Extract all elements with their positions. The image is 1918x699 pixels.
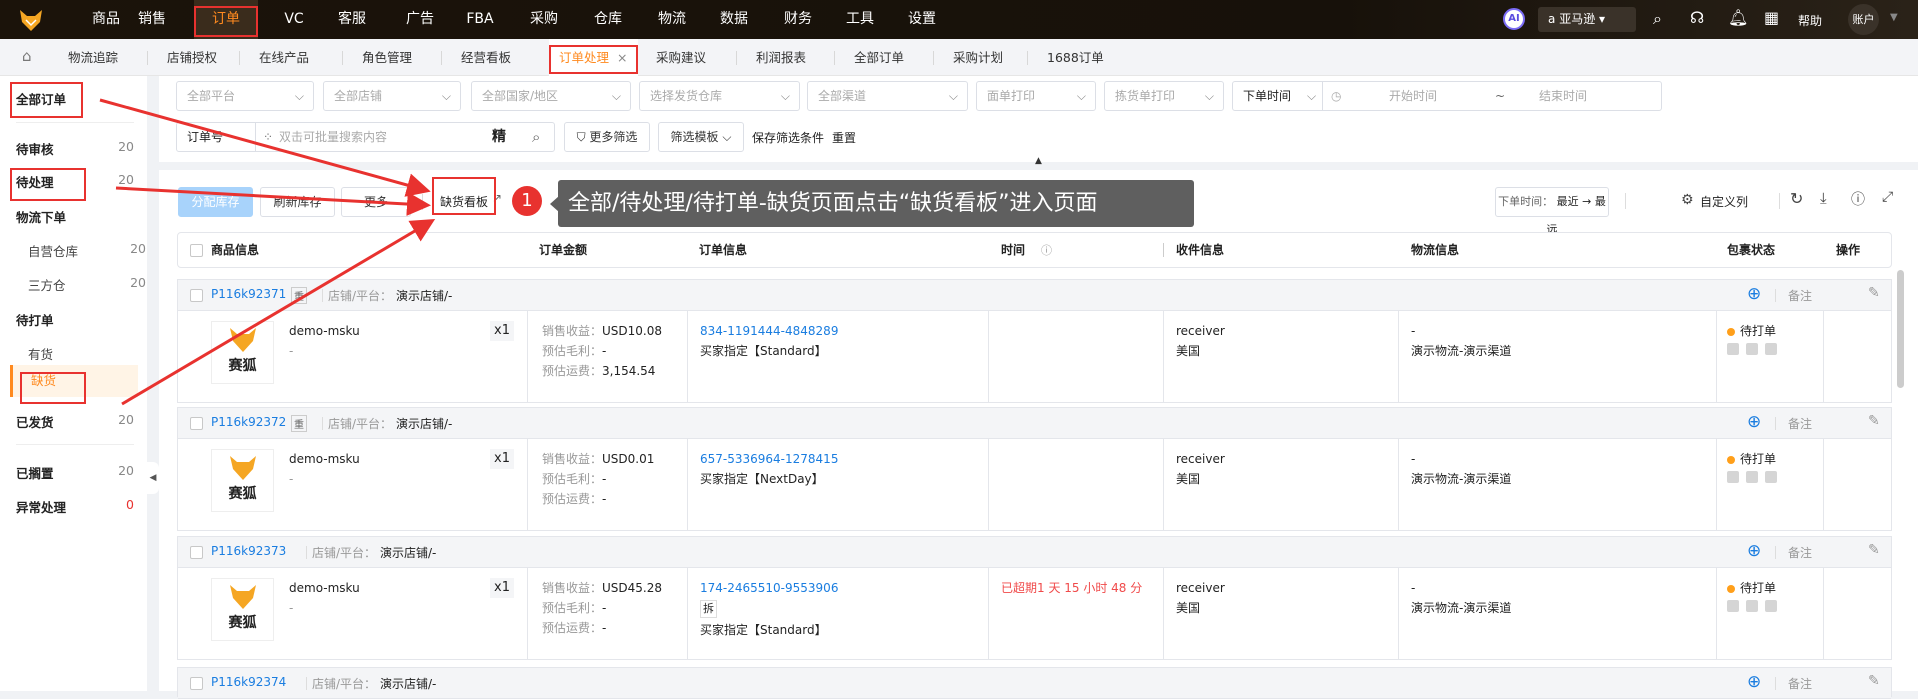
annotation-arrow	[99, 98, 431, 197]
annotation-callout: 全部/待处理/待打单-缺货页面点击“缺货看板”进入页面	[558, 180, 1194, 227]
step-badge: 1	[512, 186, 542, 216]
annotation-arrow	[121, 218, 436, 406]
annotation-arrow	[115, 186, 431, 216]
annotation-arrows	[99, 98, 436, 406]
